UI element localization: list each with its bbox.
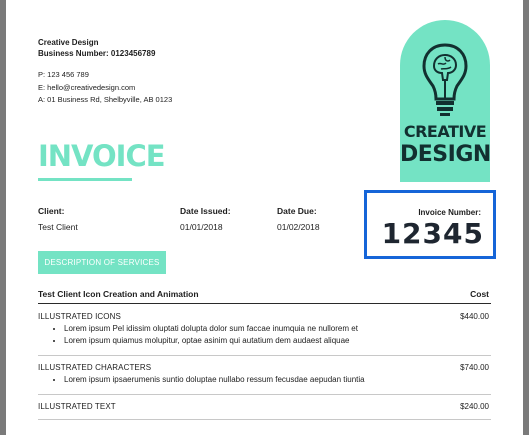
table-header-description: Test Client Icon Creation and Animation: [38, 289, 199, 299]
company-name: Creative Design: [38, 38, 99, 47]
table-header: Test Client Icon Creation and Animation …: [38, 289, 491, 304]
logo-text-line2: DESIGN: [400, 142, 491, 167]
invoice-number-label: Invoice Number:: [418, 208, 481, 217]
company-header: Creative Design Business Number: 0123456…: [38, 37, 155, 59]
title-underline: [38, 178, 132, 181]
list-item: Lorem ipsum ipsaerumenis suntio doluptae…: [64, 374, 491, 386]
description-of-services-button[interactable]: DESCRIPTION OF SERVICES: [38, 251, 166, 274]
lightbulb-brain-icon: [422, 43, 468, 116]
date-issued-value: 01/01/2018: [180, 222, 223, 232]
invoice-number-value: 12345: [381, 217, 484, 250]
client-label: Client:: [38, 206, 65, 216]
company-address: A: 01 Business Rd, Shelbyville, AB 0123: [38, 95, 173, 104]
table-row: ILLUSTRATED TEXT $240.00: [38, 395, 491, 420]
table-row: ILLUSTRATED ICONS $440.00 Lorem ipsum Pe…: [38, 304, 491, 356]
service-price: $440.00: [460, 312, 489, 321]
date-due-value: 01/02/2018: [277, 222, 320, 232]
service-price: $240.00: [460, 402, 489, 411]
company-contact: P: 123 456 789 E: hello@creativedesign.c…: [38, 69, 172, 107]
table-header-cost: Cost: [470, 289, 489, 299]
client-value: Test Client: [38, 222, 78, 232]
date-issued-label: Date Issued:: [180, 206, 231, 216]
invoice-title: INVOICE: [38, 139, 166, 173]
business-number: Business Number: 0123456789: [38, 49, 156, 58]
list-item: Lorem ipsum Pel idissim oluptati dolupta…: [64, 323, 491, 335]
table-row: ILLUSTRATED CHARACTERS $740.00 Lorem ips…: [38, 356, 491, 395]
logo-text-line1: CREATIVE: [403, 122, 487, 141]
service-name: ILLUSTRATED CHARACTERS: [38, 363, 152, 372]
service-details: Lorem ipsum Pel idissim oluptati dolupta…: [38, 323, 491, 347]
company-phone: P: 123 456 789: [38, 70, 89, 79]
service-price: $740.00: [460, 363, 489, 372]
services-table: Test Client Icon Creation and Animation …: [38, 289, 491, 420]
list-item: Lorem ipsum quiamus molupitur, optae asi…: [64, 335, 491, 347]
service-details: Lorem ipsum ipsaerumenis suntio doluptae…: [38, 374, 491, 386]
date-due-label: Date Due:: [277, 206, 317, 216]
invoice-page: Creative Design Business Number: 0123456…: [6, 0, 523, 435]
service-name: ILLUSTRATED ICONS: [38, 312, 121, 321]
service-name: ILLUSTRATED TEXT: [38, 402, 116, 411]
invoice-number-box: Invoice Number: 12345: [364, 190, 496, 259]
company-logo: CREATIVE DESIGN: [400, 20, 491, 182]
company-email: E: hello@creativedesign.com: [38, 82, 136, 92]
